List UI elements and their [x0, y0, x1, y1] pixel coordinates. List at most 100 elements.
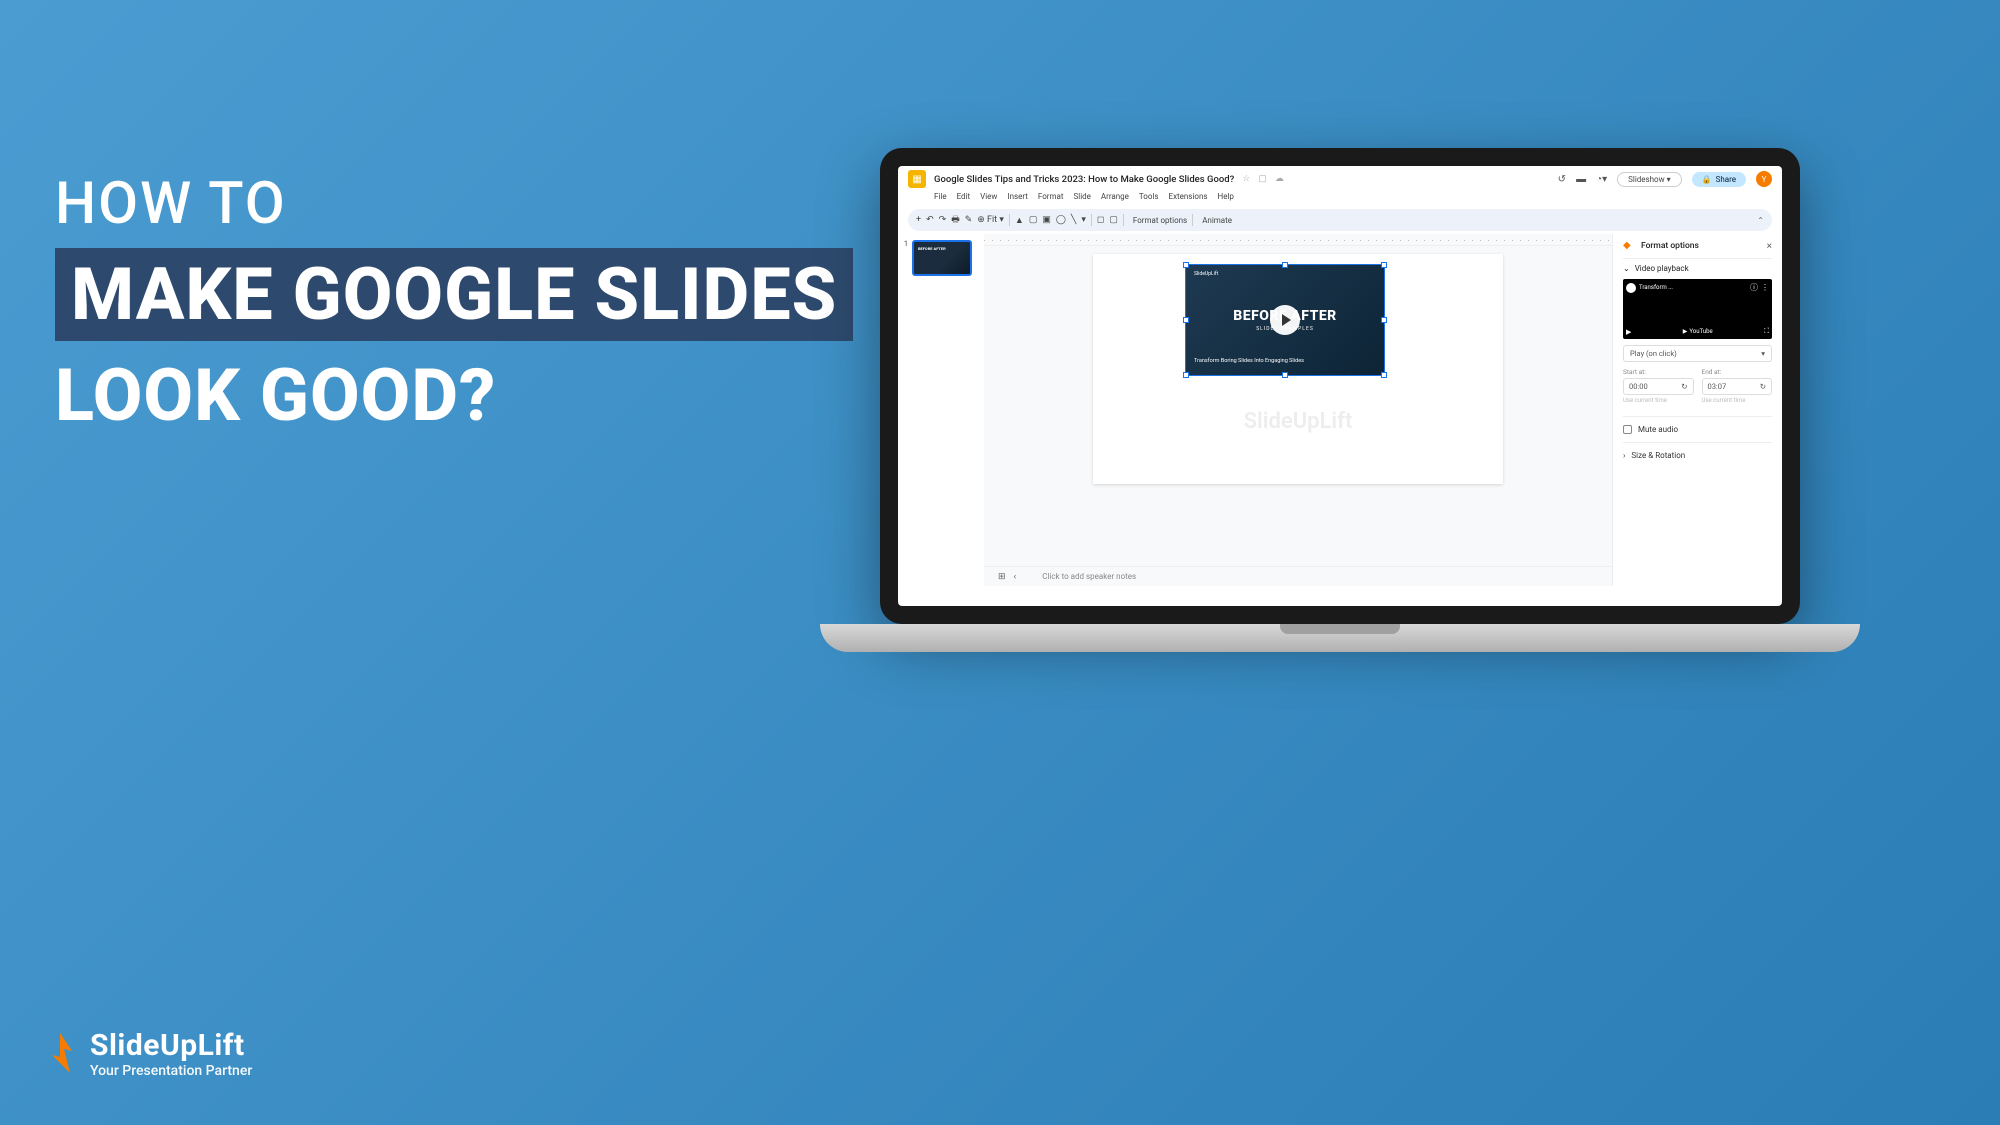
slide-thumbnail[interactable]: BEFORE AFTER: [912, 240, 972, 276]
ruler-horizontal[interactable]: [984, 234, 1612, 246]
tool-animate[interactable]: Animate: [1202, 216, 1232, 225]
google-slides-window: ▦ Google Slides Tips and Tricks 2023: Ho…: [898, 166, 1782, 606]
tool-select[interactable]: ▲: [1015, 215, 1024, 226]
gslides-titlebar: ▦ Google Slides Tips and Tricks 2023: Ho…: [898, 166, 1782, 192]
tool-redo[interactable]: ↷: [939, 215, 947, 225]
format-options-title: Format options: [1641, 241, 1761, 251]
start-at-label: Start at:: [1623, 368, 1694, 376]
resize-handle[interactable]: [1183, 317, 1189, 323]
tool-image[interactable]: ▣: [1042, 215, 1051, 225]
menu-view[interactable]: View: [980, 192, 997, 206]
video-object[interactable]: SlideUpLift BEFORE AFTER SLIDES EXAMPLES…: [1185, 264, 1385, 376]
tool-format-options[interactable]: Format options: [1133, 216, 1187, 225]
hero-line-3: LOOK GOOD?: [55, 353, 853, 438]
comment-icon[interactable]: ▬: [1576, 174, 1586, 185]
start-time-input[interactable]: 00:00 ↻: [1623, 378, 1694, 395]
refresh-icon[interactable]: ↻: [1681, 382, 1687, 391]
video-brand-text: SlideUpLift: [1194, 271, 1218, 277]
laptop-frame: ▦ Google Slides Tips and Tricks 2023: Ho…: [880, 148, 1800, 652]
tool-line[interactable]: ╲: [1071, 215, 1076, 225]
resize-handle[interactable]: [1282, 372, 1288, 378]
star-icon[interactable]: ☆: [1242, 174, 1250, 184]
move-icon[interactable]: ▢: [1258, 174, 1267, 184]
play-mode-dropdown[interactable]: Play (on click) ▾: [1623, 345, 1772, 362]
tool-print[interactable]: 🖶: [951, 212, 960, 228]
tool-crop[interactable]: ◻: [1097, 215, 1104, 225]
size-rotation-section[interactable]: › Size & Rotation: [1623, 442, 1772, 460]
chevron-down-icon: ⌄: [1623, 264, 1630, 273]
brand-tagline: Your Presentation Partner: [90, 1063, 252, 1079]
dropdown-icon: ▾: [1761, 349, 1765, 358]
refresh-icon[interactable]: ↻: [1760, 382, 1766, 391]
menu-file[interactable]: File: [934, 192, 947, 206]
channel-avatar-icon: [1626, 283, 1636, 293]
format-options-panel: ◆ Format options × ⌄ Video playback Tra: [1612, 234, 1782, 586]
cloud-icon[interactable]: ☁: [1275, 174, 1284, 184]
meet-icon[interactable]: ◔▾: [1596, 174, 1607, 185]
menu-extensions[interactable]: Extensions: [1169, 192, 1208, 206]
tool-zoom[interactable]: ⊕ Fit ▾: [977, 215, 1004, 225]
youtube-logo: ▶YouTube: [1683, 328, 1713, 335]
menu-help[interactable]: Help: [1218, 192, 1234, 206]
yt-play-icon[interactable]: ▶: [1626, 328, 1631, 336]
resize-handle[interactable]: [1381, 317, 1387, 323]
format-options-icon: ◆: [1623, 240, 1635, 252]
brand-icon: [42, 1031, 78, 1077]
slideshow-button[interactable]: Slideshow ▾: [1617, 172, 1682, 187]
tool-mask[interactable]: ▢: [1109, 215, 1118, 225]
watermark-text: SlideUpLift: [1244, 409, 1353, 434]
more-icon[interactable]: ⋮: [1761, 283, 1769, 292]
laptop-base: [820, 624, 1860, 652]
menu-format[interactable]: Format: [1038, 192, 1064, 206]
speaker-notes-bar: ⊞ ‹ Click to add speaker notes: [984, 566, 1612, 586]
menu-edit[interactable]: Edit: [957, 192, 971, 206]
share-button[interactable]: 🔒Share: [1692, 172, 1746, 187]
history-icon[interactable]: ↺: [1558, 174, 1566, 185]
resize-handle[interactable]: [1183, 372, 1189, 378]
end-time-input[interactable]: 03:07 ↻: [1702, 378, 1773, 395]
use-current-time-start[interactable]: Use current time: [1623, 397, 1694, 404]
close-icon[interactable]: ×: [1767, 241, 1772, 252]
tool-paint[interactable]: ✎: [965, 215, 973, 225]
video-desc-text: Transform Boring Slides Into Engaging Sl…: [1194, 358, 1304, 365]
video-playback-section[interactable]: ⌄ Video playback: [1623, 264, 1772, 273]
use-current-time-end[interactable]: Use current time: [1702, 397, 1773, 404]
chevron-right-icon: ›: [1623, 451, 1625, 460]
slide-panel: 1 BEFORE AFTER: [898, 234, 984, 586]
brand-logo: SlideUpLift Your Presentation Partner: [42, 1028, 252, 1079]
tool-undo[interactable]: ↶: [926, 215, 934, 225]
mute-checkbox[interactable]: [1623, 425, 1632, 434]
account-avatar[interactable]: Y: [1756, 171, 1772, 187]
thumbnail-text: BEFORE AFTER: [918, 246, 946, 251]
toolbar-collapse-icon[interactable]: ⌃: [1757, 216, 1764, 225]
hero-line-1: HOW TO: [55, 170, 853, 238]
slide-canvas[interactable]: SlideUpLift BEFORE AFTER SLIDES EXAMPLES…: [1093, 254, 1503, 484]
grid-view-icon[interactable]: ⊞: [998, 572, 1006, 582]
menu-arrange[interactable]: Arrange: [1101, 192, 1129, 206]
menu-slide[interactable]: Slide: [1074, 192, 1091, 206]
resize-handle[interactable]: [1381, 262, 1387, 268]
gslides-logo-icon[interactable]: ▦: [908, 170, 926, 188]
info-icon[interactable]: ⓘ: [1750, 282, 1758, 293]
resize-handle[interactable]: [1183, 262, 1189, 268]
youtube-preview[interactable]: Transform ... ⓘ ⋮ ▶ ▶YouTube ⛶: [1623, 279, 1772, 339]
tool-shape[interactable]: ◯: [1056, 215, 1066, 225]
tool-new-slide[interactable]: +: [916, 215, 921, 225]
youtube-video-name: Transform ...: [1639, 284, 1747, 291]
toolbar: + ↶ ↷ 🖶 ✎ ⊕ Fit ▾ ▲ ▢ ▣ ◯ ╲ ▾ ◻ ▢ Format…: [908, 209, 1772, 231]
brand-name: SlideUpLift: [90, 1028, 252, 1063]
speaker-notes-placeholder[interactable]: Click to add speaker notes: [1042, 572, 1136, 581]
hero-text: HOW TO MAKE GOOGLE SLIDES LOOK GOOD?: [55, 170, 853, 438]
menu-insert[interactable]: Insert: [1007, 192, 1028, 206]
canvas-area: SlideUpLift BEFORE AFTER SLIDES EXAMPLES…: [984, 246, 1612, 566]
resize-handle[interactable]: [1381, 372, 1387, 378]
resize-handle[interactable]: [1282, 262, 1288, 268]
prev-icon[interactable]: ‹: [1014, 572, 1017, 582]
fullscreen-icon[interactable]: ⛶: [1764, 327, 1769, 336]
play-icon[interactable]: [1270, 305, 1300, 335]
hero-line-2: MAKE GOOGLE SLIDES: [55, 248, 853, 341]
document-title[interactable]: Google Slides Tips and Tricks 2023: How …: [934, 174, 1234, 185]
tool-arrow[interactable]: ▾: [1081, 215, 1086, 225]
tool-textbox[interactable]: ▢: [1029, 215, 1038, 225]
menu-tools[interactable]: Tools: [1139, 192, 1159, 206]
